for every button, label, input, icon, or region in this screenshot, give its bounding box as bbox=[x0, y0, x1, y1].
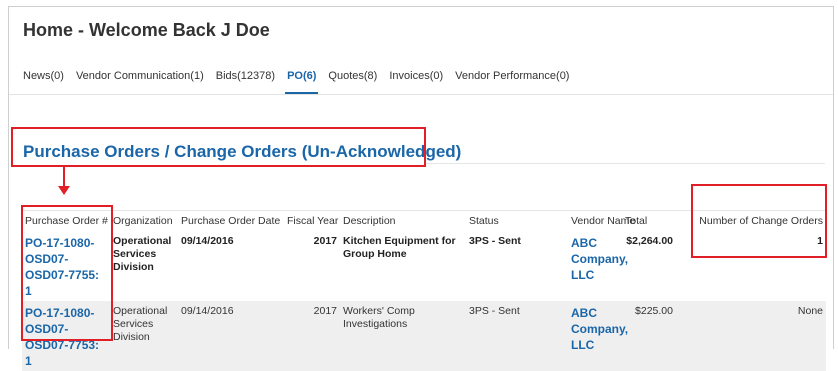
col-header-change-orders[interactable]: Number of Change Orders bbox=[676, 210, 826, 231]
tab-bids[interactable]: Bids(12378) bbox=[216, 70, 287, 94]
vendor-name-link[interactable]: ABC Company, LLC bbox=[571, 236, 628, 282]
section-title: Purchase Orders / Change Orders (Un-Ackn… bbox=[23, 142, 462, 161]
tab-invoices[interactable]: Invoices(0) bbox=[389, 70, 455, 94]
organization-cell: Operational Services Division bbox=[110, 230, 178, 301]
fiscal-year-cell: 2017 bbox=[284, 300, 340, 371]
col-header-description[interactable]: Description bbox=[340, 210, 466, 231]
fiscal-year-cell: 2017 bbox=[284, 230, 340, 301]
change-orders-cell: 1 bbox=[676, 230, 826, 301]
table-row: PO-17-1080-OSD07-OSD07-7755: 1 Operation… bbox=[22, 230, 826, 301]
po-date-cell: 09/14/2016 bbox=[178, 300, 284, 371]
col-header-fiscal-year[interactable]: Fiscal Year bbox=[284, 210, 340, 231]
col-header-po-number[interactable]: Purchase Order # bbox=[22, 210, 110, 231]
vendor-name-link[interactable]: ABC Company, LLC bbox=[571, 306, 628, 352]
description-cell: Workers' Comp Investigations bbox=[340, 300, 466, 371]
tab-bar: News(0) Vendor Communication(1) Bids(123… bbox=[23, 70, 581, 94]
col-header-status[interactable]: Status bbox=[466, 210, 568, 231]
po-number-link[interactable]: PO-17-1080-OSD07-OSD07-7755: 1 bbox=[25, 235, 107, 299]
change-orders-cell: None bbox=[676, 300, 826, 371]
col-header-organization[interactable]: Organization bbox=[110, 210, 178, 231]
tab-news[interactable]: News(0) bbox=[23, 70, 76, 94]
section-divider bbox=[425, 163, 825, 164]
col-header-vendor-name[interactable]: Vendor Name bbox=[568, 210, 635, 231]
po-date-cell: 09/14/2016 bbox=[178, 230, 284, 301]
tab-po[interactable]: PO(6) bbox=[285, 70, 328, 94]
tab-vendor-performance[interactable]: Vendor Performance(0) bbox=[455, 70, 581, 94]
status-cell: 3PS - Sent bbox=[466, 230, 568, 301]
tabs-divider bbox=[9, 94, 833, 95]
po-number-link[interactable]: PO-17-1080-OSD07-OSD07-7753: 1 bbox=[25, 305, 107, 369]
annotation-arrow-head bbox=[58, 186, 70, 195]
description-cell: Kitchen Equipment for Group Home bbox=[340, 230, 466, 301]
status-cell: 3PS - Sent bbox=[466, 300, 568, 371]
purchase-orders-table: Purchase Order # Organization Purchase O… bbox=[22, 210, 826, 371]
tab-vendor-communication[interactable]: Vendor Communication(1) bbox=[76, 70, 216, 94]
total-cell: $2,264.00 bbox=[622, 230, 676, 301]
tab-quotes[interactable]: Quotes(8) bbox=[328, 70, 389, 94]
col-header-total[interactable]: Total bbox=[622, 210, 676, 231]
organization-cell: Operational Services Division bbox=[110, 300, 178, 371]
col-header-po-date[interactable]: Purchase Order Date bbox=[178, 210, 284, 231]
table-header-row: Purchase Order # Organization Purchase O… bbox=[22, 210, 826, 231]
table-row: PO-17-1080-OSD07-OSD07-7753: 1 Operation… bbox=[22, 300, 826, 371]
total-cell: $225.00 bbox=[622, 300, 676, 371]
page-title: Home - Welcome Back J Doe bbox=[23, 20, 270, 40]
annotation-arrow bbox=[63, 165, 65, 188]
